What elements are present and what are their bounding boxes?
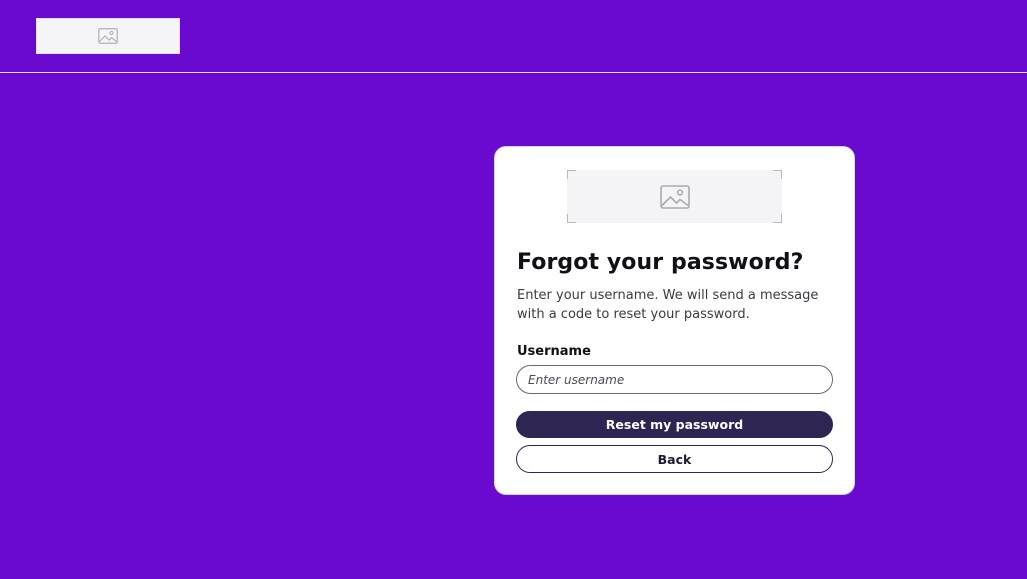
back-button[interactable]: Back bbox=[516, 445, 833, 473]
corner-mark bbox=[773, 214, 782, 223]
instructions-text: Enter your username. We will send a mess… bbox=[517, 288, 819, 322]
corner-mark bbox=[773, 170, 782, 179]
corner-mark bbox=[567, 170, 576, 179]
image-placeholder-icon bbox=[659, 184, 690, 209]
forgot-password-card: Forgot your password? Enter your usernam… bbox=[494, 146, 855, 495]
reset-password-button[interactable]: Reset my password bbox=[516, 411, 833, 438]
top-bar bbox=[0, 0, 1027, 73]
image-placeholder-icon bbox=[98, 28, 118, 44]
card-logo-image bbox=[567, 170, 782, 223]
username-label: Username bbox=[517, 344, 591, 359]
brand-logo[interactable] bbox=[36, 18, 180, 54]
page-title: Forgot your password? bbox=[517, 250, 804, 275]
corner-mark bbox=[567, 214, 576, 223]
username-input[interactable] bbox=[516, 365, 833, 394]
